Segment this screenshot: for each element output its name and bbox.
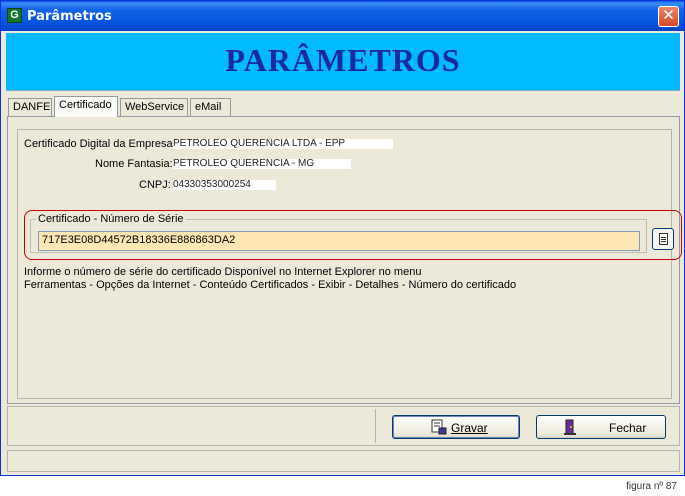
button-area: Gravar Fechar [375, 409, 680, 443]
close-window-button[interactable]: ✕ [658, 6, 679, 27]
title-bar[interactable]: G Parâmetros ✕ [1, 1, 684, 31]
close-button-label: Fechar [609, 421, 647, 435]
window-title: Parâmetros [27, 9, 112, 24]
figure-caption: figura nº 87 [626, 481, 677, 492]
fantasia-label: Nome Fantasia: [95, 158, 173, 170]
fantasia-value: PETROLEO QUERENCIA - MG [173, 159, 351, 169]
info-line-1: Informe o número de série do certificado… [24, 266, 422, 278]
app-icon: G [7, 8, 22, 23]
tab-email[interactable]: eMail [190, 98, 231, 116]
empresa-label: Certificado Digital da Empresa: [24, 138, 176, 150]
serial-number-input[interactable]: 717E3E08D44572B18336E886863DA2 [38, 231, 640, 251]
browse-certificate-button[interactable] [652, 228, 674, 250]
save-button-label: Gravar [451, 421, 488, 435]
info-line-2: Ferramentas - Opções da Internet - Conte… [24, 279, 517, 291]
certificado-tab-panel: Certificado Digital da Empresa: PETROLEO… [7, 116, 682, 404]
empresa-value: PETROLEO QUERENCIA LTDA - EPP [173, 139, 393, 149]
serial-number-legend: Certificado - Número de Série [36, 213, 186, 225]
save-button[interactable]: Gravar [392, 415, 520, 439]
serial-number-group: Certificado - Número de Série 717E3E08D4… [30, 213, 647, 253]
document-icon [659, 233, 668, 245]
close-button[interactable]: Fechar [536, 415, 666, 439]
door-icon [564, 419, 576, 435]
certificate-panel: Certificado Digital da Empresa: PETROLEO… [17, 129, 682, 399]
close-icon: ✕ [662, 7, 675, 24]
page-title: PARÂMETROS [225, 42, 461, 78]
tab-webservice[interactable]: WebService [120, 98, 188, 116]
status-bar [7, 450, 680, 472]
header-banner: PARÂMETROS [6, 33, 680, 91]
parametros-window: G Parâmetros ✕ PARÂMETROS DANFE Certific… [0, 0, 685, 476]
cnpj-label: CNPJ: [139, 179, 171, 191]
save-icon [431, 419, 447, 435]
tab-certificado[interactable]: Certificado [54, 96, 118, 117]
tab-danfe[interactable]: DANFE [8, 98, 52, 116]
cnpj-value: 04330353000254 [173, 180, 276, 190]
button-bar: Gravar Fechar [7, 406, 680, 446]
